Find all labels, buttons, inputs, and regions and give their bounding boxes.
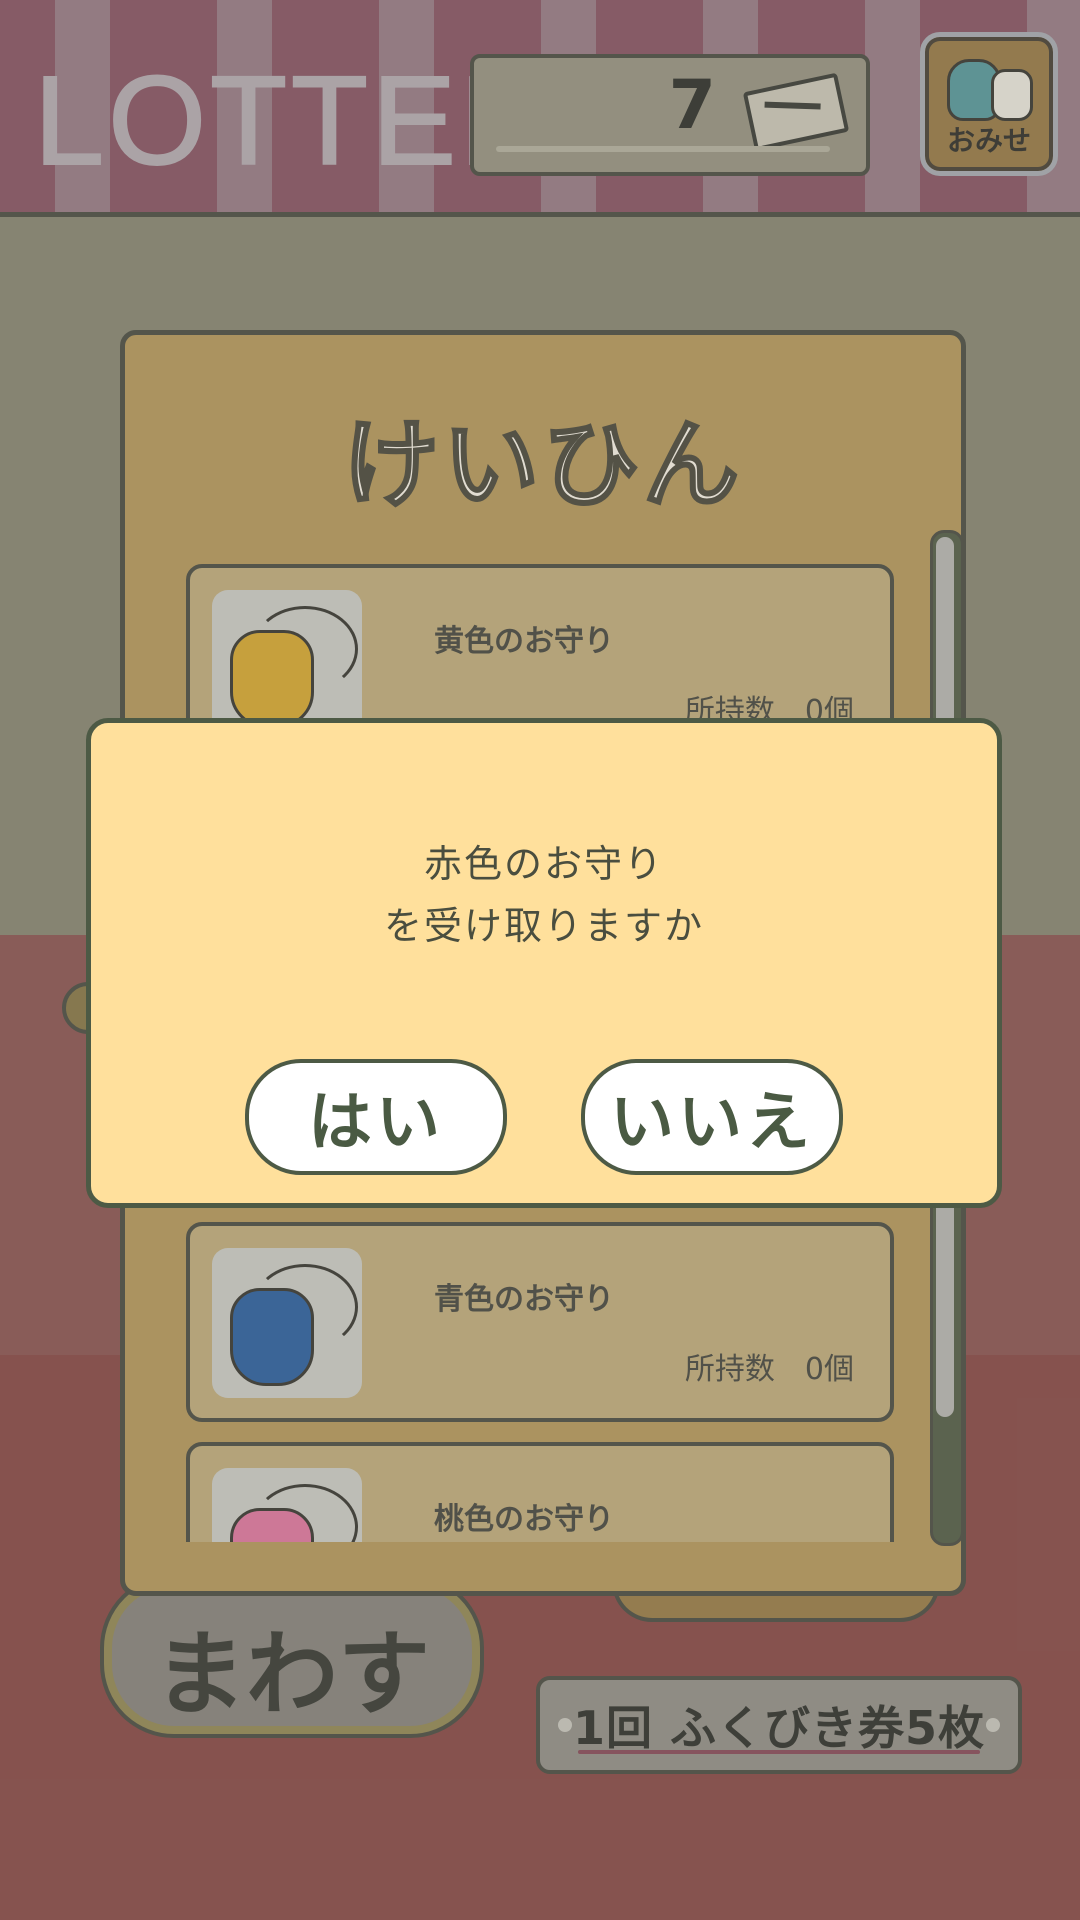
yes-button[interactable]: はい: [245, 1059, 507, 1175]
dialog-message-line1: 赤色のお守り: [423, 842, 664, 886]
confirm-dialog: 赤色のお守り を受け取りますか はい いいえ: [86, 718, 1002, 1208]
no-button[interactable]: いいえ: [581, 1059, 843, 1175]
dialog-message-line2: を受け取りますか: [383, 904, 704, 948]
